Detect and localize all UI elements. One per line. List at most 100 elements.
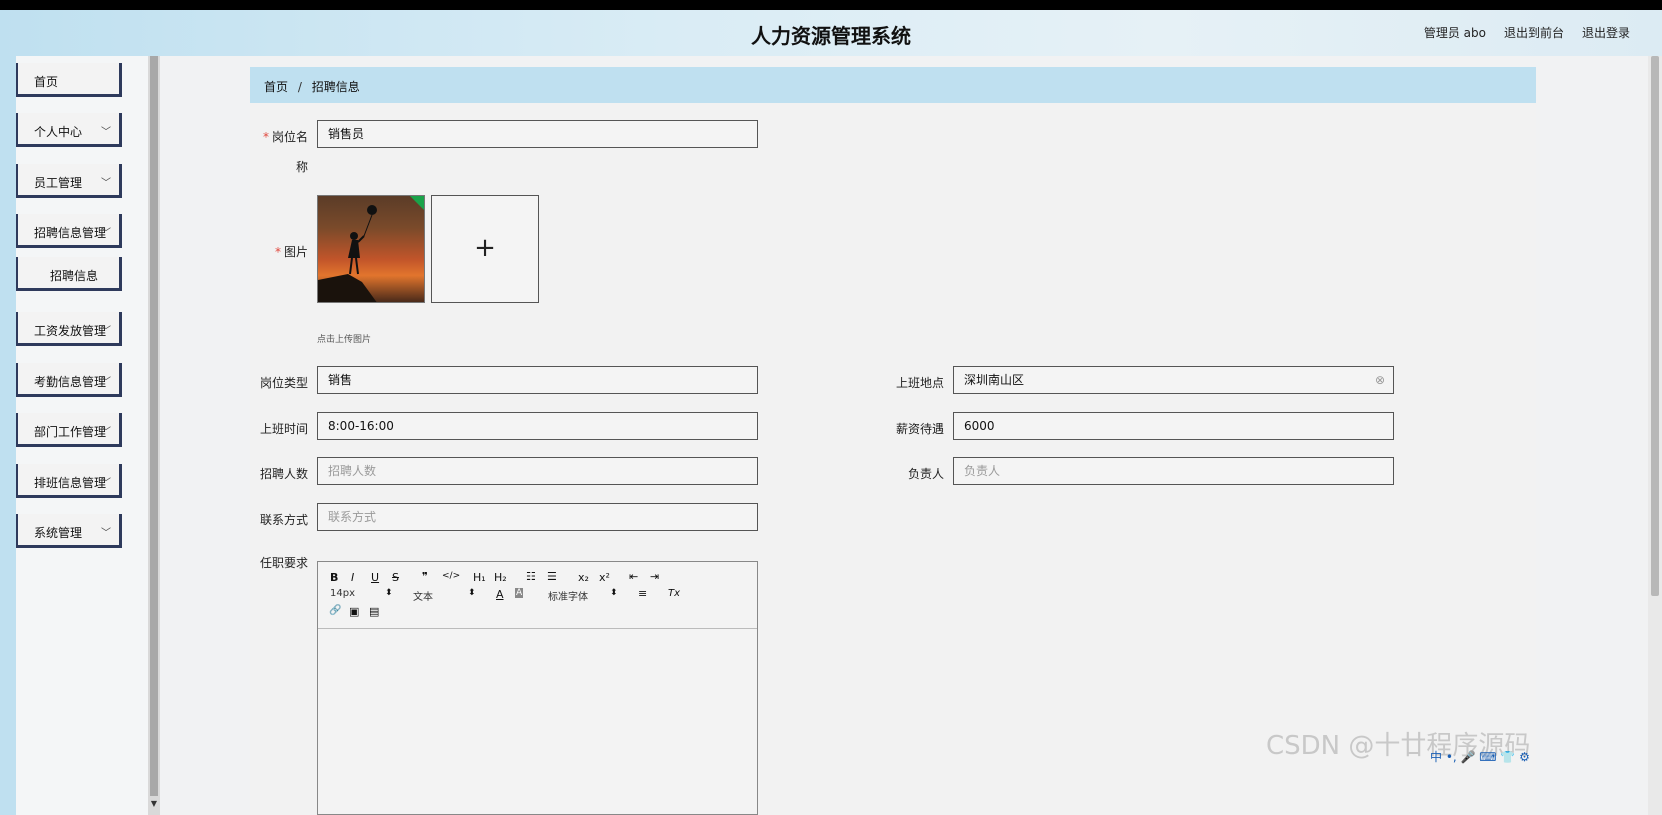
location-field[interactable]: 深圳南山区 ⊗	[953, 366, 1394, 394]
page-scroll-thumb[interactable]	[1651, 56, 1659, 596]
work-time-field[interactable]: 8:00-16:00	[317, 412, 758, 440]
outdent-icon[interactable]: ⇤	[629, 570, 638, 583]
chevron-down-icon: ﹀	[101, 427, 111, 438]
back-to-front-link[interactable]: 退出到前台	[1504, 24, 1564, 41]
owner-field[interactable]: 负责人	[953, 457, 1394, 485]
menu-schedule-label: 排班信息管理	[34, 476, 107, 490]
font-size-select[interactable]: 14px	[330, 588, 355, 599]
underline-button[interactable]: U	[371, 571, 379, 584]
superscript-button[interactable]: x²	[599, 571, 610, 584]
strike-button[interactable]: S	[392, 571, 399, 584]
link-icon[interactable]: 🔗	[329, 605, 341, 616]
subscript-button[interactable]: x₂	[578, 571, 589, 584]
chevron-down-icon: ﹀	[101, 528, 111, 539]
scroll-down-icon[interactable]: ▼	[148, 799, 160, 815]
format-select[interactable]: 文本	[413, 588, 433, 603]
font-family-select[interactable]: 标准字体	[548, 588, 588, 603]
job-type-label: 岗位类型	[259, 376, 308, 390]
menu-work[interactable]: 部门工作管理 ﹀	[16, 413, 122, 447]
owner-label: 负责人	[907, 467, 944, 481]
chevron-down-icon: ﹀	[101, 178, 111, 189]
menu-schedule[interactable]: 排班信息管理 ﹀	[16, 464, 122, 498]
contact-field[interactable]: 联系方式	[317, 503, 758, 531]
breadcrumb-current: 招聘信息	[311, 80, 360, 94]
location-value: 深圳南山区	[964, 373, 1025, 387]
ordered-list-icon[interactable]: ☷	[526, 570, 536, 583]
logout-link[interactable]: 退出登录	[1582, 24, 1630, 41]
h1-button[interactable]: H₁	[473, 571, 486, 584]
chevron-updown-icon[interactable]: ⬍	[468, 588, 476, 598]
italic-button[interactable]: I	[351, 571, 354, 584]
menu-personal[interactable]: 个人中心 ﹀	[16, 113, 122, 147]
chevron-down-icon: ﹀	[101, 478, 111, 489]
work-time-label: 上班时间	[259, 422, 308, 436]
menu-home[interactable]: 首页	[16, 63, 122, 97]
app-title: 人力资源管理系统	[751, 24, 911, 48]
menu-recruit-info-label: 招聘信息	[50, 269, 99, 283]
page-scrollbar[interactable]	[1648, 56, 1662, 815]
headcount-label: 招聘人数	[259, 467, 308, 481]
chevron-down-icon: ﹀	[101, 127, 111, 138]
upload-hint: 点击上传图片	[317, 335, 372, 345]
menu-work-label: 部门工作管理	[34, 425, 107, 439]
headcount-field[interactable]: 招聘人数	[317, 457, 758, 485]
menu-staff[interactable]: 员工管理 ﹀	[16, 164, 122, 198]
menu-staff-label: 员工管理	[34, 176, 83, 190]
contact-label: 联系方式	[259, 513, 308, 527]
h2-button[interactable]: H₂	[494, 571, 507, 584]
menu-attendance[interactable]: 考勤信息管理 ﹀	[16, 363, 122, 397]
location-label: 上班地点	[895, 376, 944, 390]
bold-button[interactable]: B	[330, 571, 338, 584]
sidebar-scroll-thumb[interactable]	[150, 56, 158, 796]
uploaded-image-thumbnail[interactable]	[317, 195, 425, 303]
video-icon[interactable]: ▤	[369, 605, 379, 618]
menu-salary-label: 工资发放管理	[34, 324, 107, 338]
menu-home-label: 首页	[34, 75, 59, 89]
ime-toolbar[interactable]: 中 •, 🎤 ⌨ 👕 ⚙	[1430, 748, 1560, 768]
job-name-label-cont: 称	[295, 160, 308, 174]
salary-label: 薪资待遇	[895, 422, 944, 436]
requirements-label: 任职要求	[259, 556, 308, 570]
chevron-down-icon: ﹀	[101, 326, 111, 337]
required-mark: *	[274, 245, 281, 259]
chevron-updown-icon[interactable]: ⬍	[385, 588, 393, 598]
menu-attendance-label: 考勤信息管理	[34, 375, 107, 389]
required-mark: *	[262, 130, 269, 144]
breadcrumb-home[interactable]: 首页	[264, 80, 288, 94]
editor-toolbar: B I U S ❞ </> H₁ H₂ ☷ ☰ x₂ x² ⇤ ⇥ 14px ⬍…	[318, 562, 757, 629]
breadcrumb-separator: /	[297, 80, 302, 94]
clear-format-icon[interactable]: Tx	[668, 588, 680, 599]
bullet-list-icon[interactable]: ☰	[547, 570, 557, 583]
admin-user-label: 管理员 abo	[1423, 26, 1486, 40]
menu-recruit-label: 招聘信息管理	[34, 226, 107, 240]
menu-recruit-info[interactable]: 招聘信息	[16, 257, 122, 291]
quote-icon[interactable]: ❞	[422, 570, 428, 583]
window-top-strip	[0, 0, 1662, 10]
chevron-down-icon: ﹀	[101, 228, 111, 239]
upload-add-button[interactable]: +	[431, 195, 539, 303]
image-label: * 图片	[274, 245, 308, 259]
chevron-down-icon: ﹀	[101, 377, 111, 388]
align-icon[interactable]: ≡	[638, 587, 647, 600]
menu-recruit[interactable]: 招聘信息管理 ﹀	[16, 214, 122, 248]
job-type-field[interactable]: 销售	[317, 366, 758, 394]
rich-text-editor[interactable]: B I U S ❞ </> H₁ H₂ ☷ ☰ x₂ x² ⇤ ⇥ 14px ⬍…	[317, 561, 758, 815]
clear-icon[interactable]: ⊗	[1375, 367, 1385, 393]
menu-salary[interactable]: 工资发放管理 ﹀	[16, 312, 122, 346]
background-color-icon[interactable]: A	[515, 588, 524, 598]
job-name-field[interactable]: 销售员	[317, 120, 758, 148]
menu-system[interactable]: 系统管理 ﹀	[16, 514, 122, 548]
sidebar-scrollbar[interactable]: ▼	[148, 56, 160, 815]
text-color-icon[interactable]: A	[496, 588, 504, 601]
menu-system-label: 系统管理	[34, 526, 83, 540]
image-icon[interactable]: ▣	[349, 605, 359, 618]
salary-field[interactable]: 6000	[953, 412, 1394, 440]
header-links: 管理员 abo 退出到前台 退出登录	[1424, 24, 1630, 41]
chevron-updown-icon[interactable]: ⬍	[610, 588, 618, 598]
menu-personal-label: 个人中心	[34, 125, 83, 139]
job-name-label: * 岗位名	[262, 130, 308, 144]
breadcrumb: 首页 / 招聘信息	[250, 67, 1536, 103]
code-icon[interactable]: </>	[442, 571, 460, 581]
indent-icon[interactable]: ⇥	[650, 570, 659, 583]
app-header: 人力资源管理系统 管理员 abo 退出到前台 退出登录	[0, 10, 1662, 56]
